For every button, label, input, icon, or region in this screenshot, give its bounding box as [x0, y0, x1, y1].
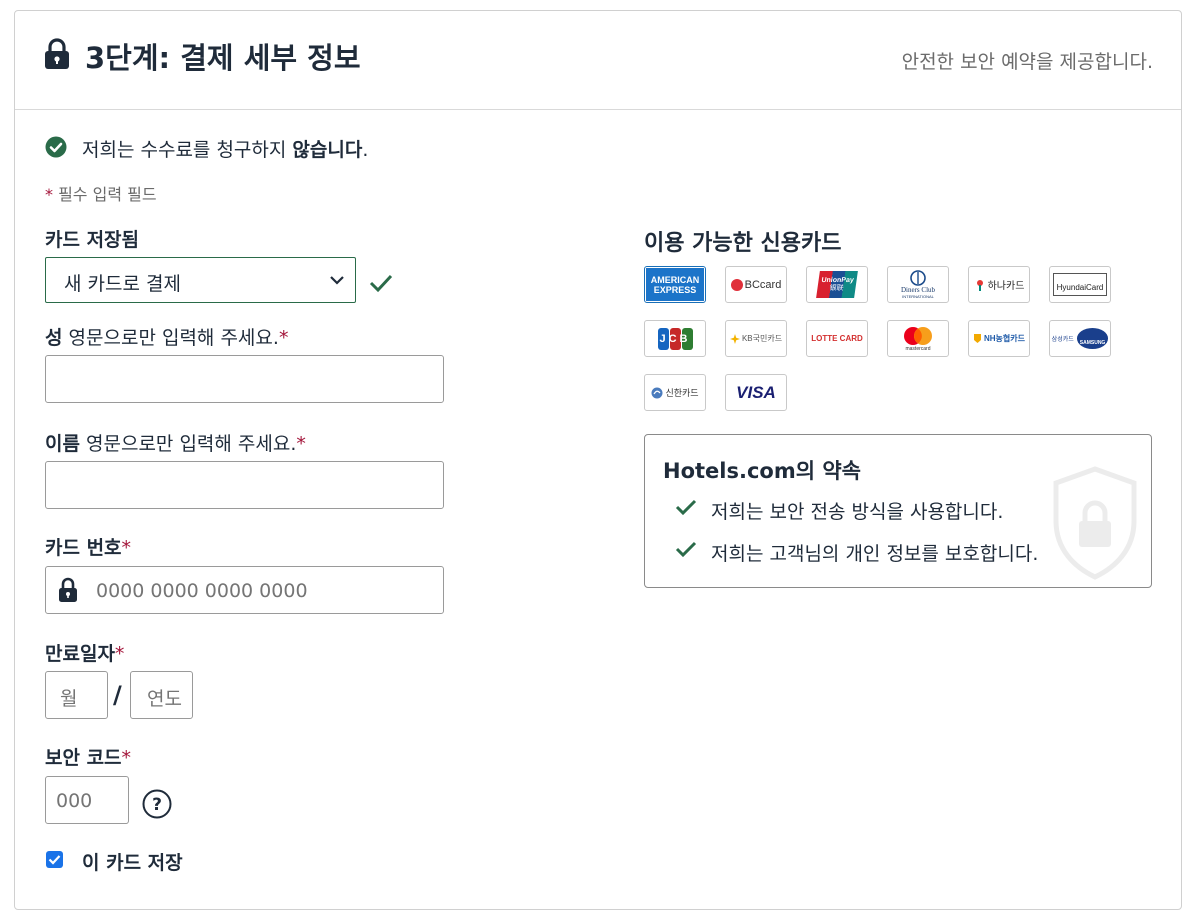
- valid-check-icon: [369, 274, 393, 293]
- save-card-checkbox[interactable]: [46, 851, 63, 868]
- no-fee-notice: 저희는 수수료를 청구하지 않습니다.: [82, 139, 369, 161]
- promise-item-secure-transfer: 저희는 보안 전송 방식을 사용합니다.: [711, 501, 1004, 523]
- security-code-label: 보안 코드*: [45, 747, 132, 769]
- promise-item-privacy: 저희는 고객님의 개인 정보를 보호합니다.: [711, 543, 1039, 565]
- available-cards-title: 이용 가능한 신용카드: [644, 231, 842, 256]
- card-logo-diners-club: Diners Club INTERNATIONAL: [887, 266, 949, 303]
- lock-icon: [59, 577, 77, 602]
- card-number-placeholder: 0000 0000 0000 0000: [96, 580, 308, 602]
- secure-booking-note: 안전한 보안 예약을 제공합니다.: [901, 51, 1153, 73]
- shield-lock-icon: [1053, 466, 1137, 580]
- promise-box: Hotels.com의 약속 저희는 보안 전송 방식을 사용합니다. 저희는 …: [644, 434, 1152, 588]
- check-icon: [675, 499, 697, 516]
- expiry-label: 만료일자*: [45, 643, 125, 665]
- payment-details-panel: 3단계: 결제 세부 정보 안전한 보안 예약을 제공합니다. 저희는 수수료를…: [14, 10, 1182, 910]
- card-logo-unionpay: UnionPay 银联: [806, 266, 868, 303]
- svg-text:?: ?: [152, 795, 162, 815]
- card-logo-visa: VISA: [725, 374, 787, 411]
- security-code-input[interactable]: 000: [45, 776, 129, 824]
- save-card-label[interactable]: 이 카드 저장: [82, 848, 183, 875]
- card-logo-samsung: 삼성카드 SAMSUNG: [1049, 320, 1111, 357]
- card-logo-kb: KB국민카드: [725, 320, 787, 357]
- chevron-down-icon: [330, 276, 344, 285]
- last-name-label: 성 영문으로만 입력해 주세요.*: [45, 327, 289, 349]
- card-logo-mastercard: mastercard: [887, 320, 949, 357]
- help-icon[interactable]: ?: [142, 789, 172, 819]
- card-logo-bccard: BCcard: [725, 266, 787, 303]
- card-logo-jcb: JCB: [644, 320, 706, 357]
- card-logo-amex: AMERICAN EXPRESS: [644, 266, 706, 303]
- card-number-label: 카드 번호*: [45, 537, 132, 559]
- page-title: 3단계: 결제 세부 정보: [85, 41, 361, 75]
- expiry-year-input[interactable]: 연도: [130, 671, 193, 719]
- last-name-input[interactable]: [45, 355, 444, 403]
- checkmark-icon: [48, 855, 61, 865]
- card-number-input[interactable]: 0000 0000 0000 0000: [45, 566, 444, 614]
- first-name-label: 이름 영문으로만 입력해 주세요.*: [45, 433, 306, 455]
- card-logo-hyundai: HyundaiCard: [1049, 266, 1111, 303]
- card-logo-hana: 하나카드: [968, 266, 1030, 303]
- expiry-separator: /: [113, 681, 122, 709]
- required-fields-note: * 필수 입력 필드: [45, 185, 157, 204]
- panel-header: 3단계: 결제 세부 정보 안전한 보안 예약을 제공합니다.: [15, 11, 1181, 110]
- promise-title: Hotels.com의 약속: [663, 459, 861, 483]
- first-name-input[interactable]: [45, 461, 444, 509]
- card-logo-nh: NH농협카드: [968, 320, 1030, 357]
- check-icon: [675, 541, 697, 558]
- expiry-month-input[interactable]: 월: [45, 671, 108, 719]
- saved-card-select[interactable]: 새 카드로 결제: [45, 257, 356, 303]
- card-logo-lotte: LOTTE CARD: [806, 320, 868, 357]
- card-logo-shinhan: 신한카드: [644, 374, 706, 411]
- check-circle-icon: [45, 136, 67, 158]
- saved-card-selected-value: 새 카드로 결제: [64, 273, 181, 295]
- saved-card-label: 카드 저장됨: [45, 229, 140, 251]
- lock-icon: [45, 38, 69, 69]
